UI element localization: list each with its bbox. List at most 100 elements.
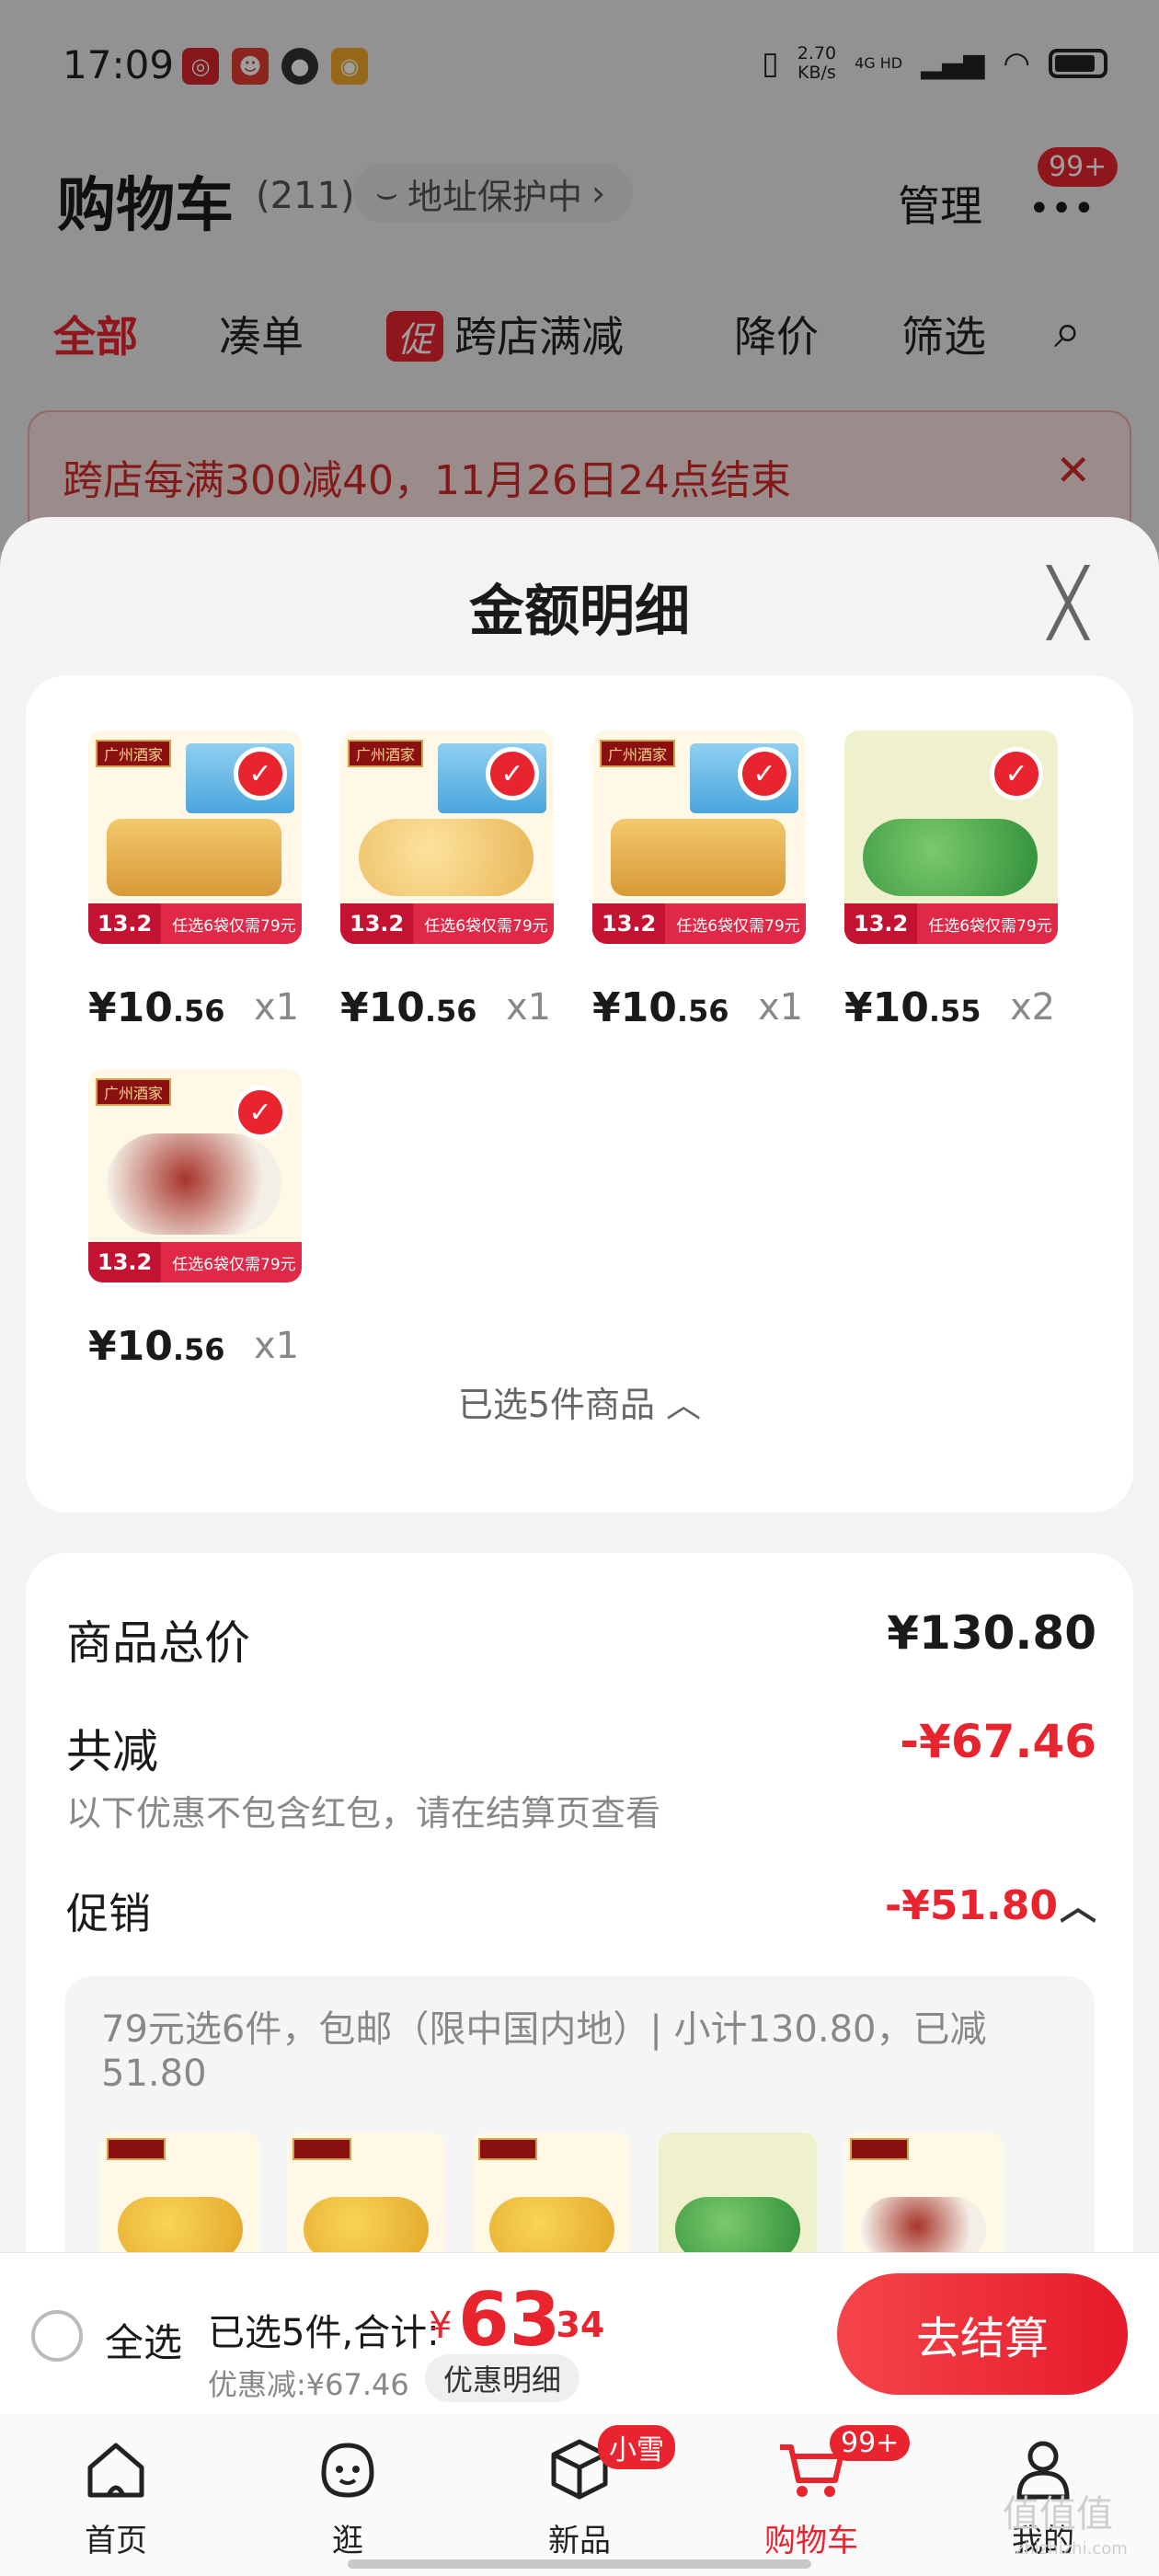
tab-cart-label: 购物车 [764, 2523, 858, 2559]
face-icon [321, 2443, 374, 2498]
discount-detail-button[interactable]: 优惠明细 [425, 2354, 580, 2402]
item-price: ¥10.56 [340, 984, 477, 1031]
bottom-tabbar: 首页 逛 新品 小雪 购物车 99+ 我的 [0, 2414, 1159, 2576]
tab-explore-label: 逛 [332, 2523, 363, 2559]
thumb-price: 13.2 [88, 1242, 162, 1282]
product-image [359, 819, 534, 896]
checkmark-icon[interactable]: ✓ [738, 747, 791, 800]
subtotal-value: ¥130.80 [887, 1606, 1096, 1660]
promo-value[interactable]: -¥51.80 [885, 1882, 1058, 1929]
tab-new[interactable]: 新品 小雪 [506, 2425, 675, 2560]
item-price: ¥10.56 [592, 984, 729, 1031]
tab-home[interactable]: 首页 [42, 2432, 189, 2560]
product-thumbnail[interactable]: 广州酒家 13.2 任选6袋仅需79元 ✓ [88, 1069, 302, 1282]
product-image [107, 819, 281, 896]
thumb-price-strip: 13.2 任选6袋仅需79元 [592, 903, 806, 944]
selected-items-card: 广州酒家 13.2 任选6袋仅需79元 ✓ ¥10.56 x1 广州酒家 13.2… [26, 675, 1133, 1512]
thumb-price: 13.2 [844, 903, 918, 944]
product-thumbnail[interactable]: 13.2 任选6袋仅需79元 ✓ [844, 730, 1058, 944]
price-int: 10 [620, 984, 677, 1031]
tab-explore[interactable]: 逛 [274, 2432, 421, 2560]
item-quantity: x2 [1010, 986, 1056, 1029]
tab-cart-badge: 99+ [830, 2425, 911, 2461]
thumb-offer: 任选6袋仅需79元 [172, 916, 296, 936]
brand-logo: 广州酒家 [348, 740, 423, 767]
thumb-price-strip: 13.2 任选6袋仅需79元 [340, 903, 554, 944]
item-price: ¥10.55 [844, 984, 981, 1031]
thumb-offer: 任选6袋仅需79元 [172, 1255, 296, 1274]
brand-logo [293, 2138, 351, 2160]
watermark-sub: zhizhizhi.com [1016, 2539, 1128, 2559]
checkout-bar: 全选 已选5件,合计: ¥ 63 .34 优惠减:¥67.46 优惠明细 去结算 [0, 2252, 1159, 2414]
subtotal-label: 商品总价 [66, 1616, 250, 1670]
product-image [107, 1133, 281, 1235]
modal-overlay[interactable] [0, 0, 1159, 552]
price-yen: ¥ [340, 984, 369, 1031]
price-int: 10 [116, 984, 173, 1031]
item-quantity: x1 [758, 986, 804, 1029]
home-icon [87, 2443, 144, 2498]
tab-new-badge: 小雪 [598, 2425, 675, 2469]
item-quantity: x1 [506, 986, 552, 1029]
promo-label: 促销 [66, 1889, 151, 1938]
total-amount-dec: .34 [543, 2305, 605, 2345]
checkout-button[interactable]: 去结算 [837, 2273, 1128, 2395]
price-int: 10 [368, 984, 425, 1031]
select-all-label[interactable]: 全选 [105, 2312, 182, 2368]
thumb-price: 13.2 [592, 903, 666, 944]
thumb-price-strip: 13.2 任选6袋仅需79元 [88, 1242, 302, 1282]
total-yen: ¥ [429, 2305, 453, 2347]
product-thumbnail[interactable]: 广州酒家 13.2 任选6袋仅需79元 ✓ [88, 730, 302, 944]
price-yen: ¥ [88, 984, 117, 1031]
brand-logo: 广州酒家 [600, 740, 675, 767]
price-yen: ¥ [844, 984, 873, 1031]
brand-logo [107, 2138, 166, 2160]
product-image [611, 819, 786, 896]
checkmark-icon[interactable]: ✓ [990, 747, 1043, 800]
item-quantity: x1 [254, 1325, 300, 1367]
price-int: 10 [872, 984, 929, 1031]
product-image [863, 819, 1038, 896]
tab-new-label: 新品 [548, 2523, 611, 2559]
thumb-price-strip: 13.2 任选6袋仅需79元 [844, 903, 1058, 944]
home-indicator[interactable] [348, 2559, 811, 2569]
price-int: 10 [116, 1323, 173, 1370]
total-discount-label: 共减 [66, 1725, 158, 1778]
total-discount-value: -¥67.46 [900, 1715, 1096, 1768]
thumb-offer: 任选6袋仅需79元 [424, 916, 548, 936]
close-icon[interactable]: ╳ [1049, 565, 1087, 640]
checkmark-icon[interactable]: ✓ [234, 1086, 287, 1139]
tab-cart[interactable]: 购物车 99+ [738, 2425, 911, 2560]
selected-summary-toggle[interactable]: 已选5件商品 ︿ [26, 1376, 1133, 1427]
brand-logo: 广州酒家 [96, 740, 171, 767]
product-thumbnail[interactable]: 广州酒家 13.2 任选6袋仅需79元 ✓ [340, 730, 554, 944]
watermark: 值值值 [1003, 2493, 1113, 2536]
sheet-title: 金额明细 [469, 580, 690, 644]
price-dec: .56 [424, 994, 477, 1029]
checkmark-icon[interactable]: ✓ [234, 747, 287, 800]
thumb-price-strip: 13.2 任选6袋仅需79元 [88, 903, 302, 944]
price-dec: .56 [676, 994, 729, 1029]
thumb-offer: 任选6袋仅需79元 [928, 916, 1052, 936]
chevron-up-icon[interactable]: ︿ [1060, 1877, 1096, 1930]
product-thumbnail[interactable]: 广州酒家 13.2 任选6袋仅需79元 ✓ [592, 730, 806, 944]
item-price: ¥10.56 [88, 1323, 225, 1370]
thumb-offer: 任选6袋仅需79元 [676, 916, 800, 936]
brand-logo [478, 2138, 537, 2160]
tab-home-label: 首页 [85, 2523, 147, 2559]
thumb-price: 13.2 [340, 903, 414, 944]
thumb-price: 13.2 [88, 903, 162, 944]
item-price: ¥10.56 [88, 984, 225, 1031]
chevron-up-icon: ︿ [666, 1385, 702, 1425]
discount-amount: 优惠减:¥67.46 [208, 2367, 409, 2402]
price-yen: ¥ [88, 1323, 117, 1370]
promo-rule-text: 79元选6件，包邮（限中国内地）| 小计130.80，已减51.80 [101, 2008, 987, 2095]
selected-summary-label: 已选5件商品 [457, 1385, 656, 1425]
price-dec: .56 [172, 994, 225, 1029]
price-dec: .55 [928, 994, 981, 1029]
checkmark-icon[interactable]: ✓ [486, 747, 539, 800]
select-all-radio[interactable] [31, 2310, 83, 2362]
price-yen: ¥ [592, 984, 621, 1031]
brand-logo: 广州酒家 [96, 1078, 171, 1106]
total-label: 已选5件,合计: [208, 2312, 440, 2354]
